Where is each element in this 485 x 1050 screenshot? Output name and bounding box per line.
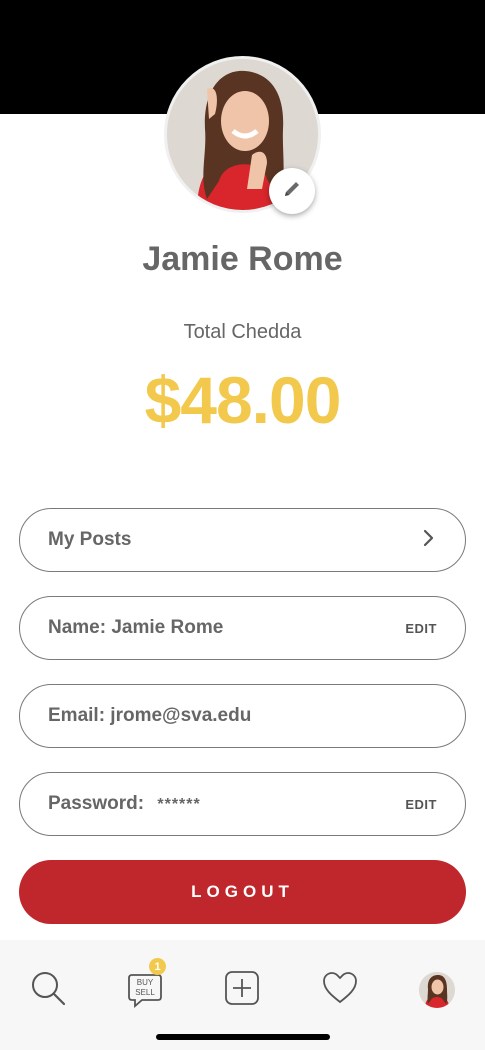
edit-name-button[interactable]: EDIT [405,621,437,636]
sell-label: SELL [135,988,155,997]
email-label: Email: jrome@sva.edu [48,705,252,726]
tab-profile[interactable] [413,966,461,1014]
email-field[interactable]: Email: jrome@sva.edu [19,684,466,748]
tab-search[interactable] [24,966,72,1014]
edit-password-button[interactable]: EDIT [405,797,437,812]
chevron-right-icon [419,529,437,552]
add-icon [223,969,261,1012]
password-label: Password: ****** [48,793,405,815]
my-posts-row[interactable]: My Posts [19,508,466,572]
password-value: ****** [157,796,201,813]
name-field[interactable]: Name: Jamie Rome EDIT [19,596,466,660]
logout-button[interactable]: LOGOUT [19,860,466,924]
buy-sell-chat-icon: BUY SELL [126,971,164,1009]
tab-favorites[interactable] [316,966,364,1014]
tab-add[interactable] [218,966,266,1014]
profile-name: Jamie Rome [142,240,343,278]
notification-badge: 1 [149,958,166,975]
tab-buy-sell[interactable]: BUY SELL 1 [121,958,169,1014]
password-label-text: Password: [48,793,145,814]
total-chedda-amount: $48.00 [144,363,342,437]
name-label: Name: Jamie Rome [48,617,224,638]
edit-photo-button[interactable] [269,168,315,214]
profile-avatar [419,972,455,1008]
my-posts-label: My Posts [48,529,132,550]
total-chedda-label: Total Chedda [183,321,302,343]
buy-label: BUY [136,978,154,987]
profile-photo-container [164,56,321,214]
home-indicator [156,1034,330,1040]
search-icon [28,968,68,1013]
password-field[interactable]: Password: ****** EDIT [19,772,466,836]
pencil-icon [281,178,303,205]
heart-icon [321,969,359,1012]
